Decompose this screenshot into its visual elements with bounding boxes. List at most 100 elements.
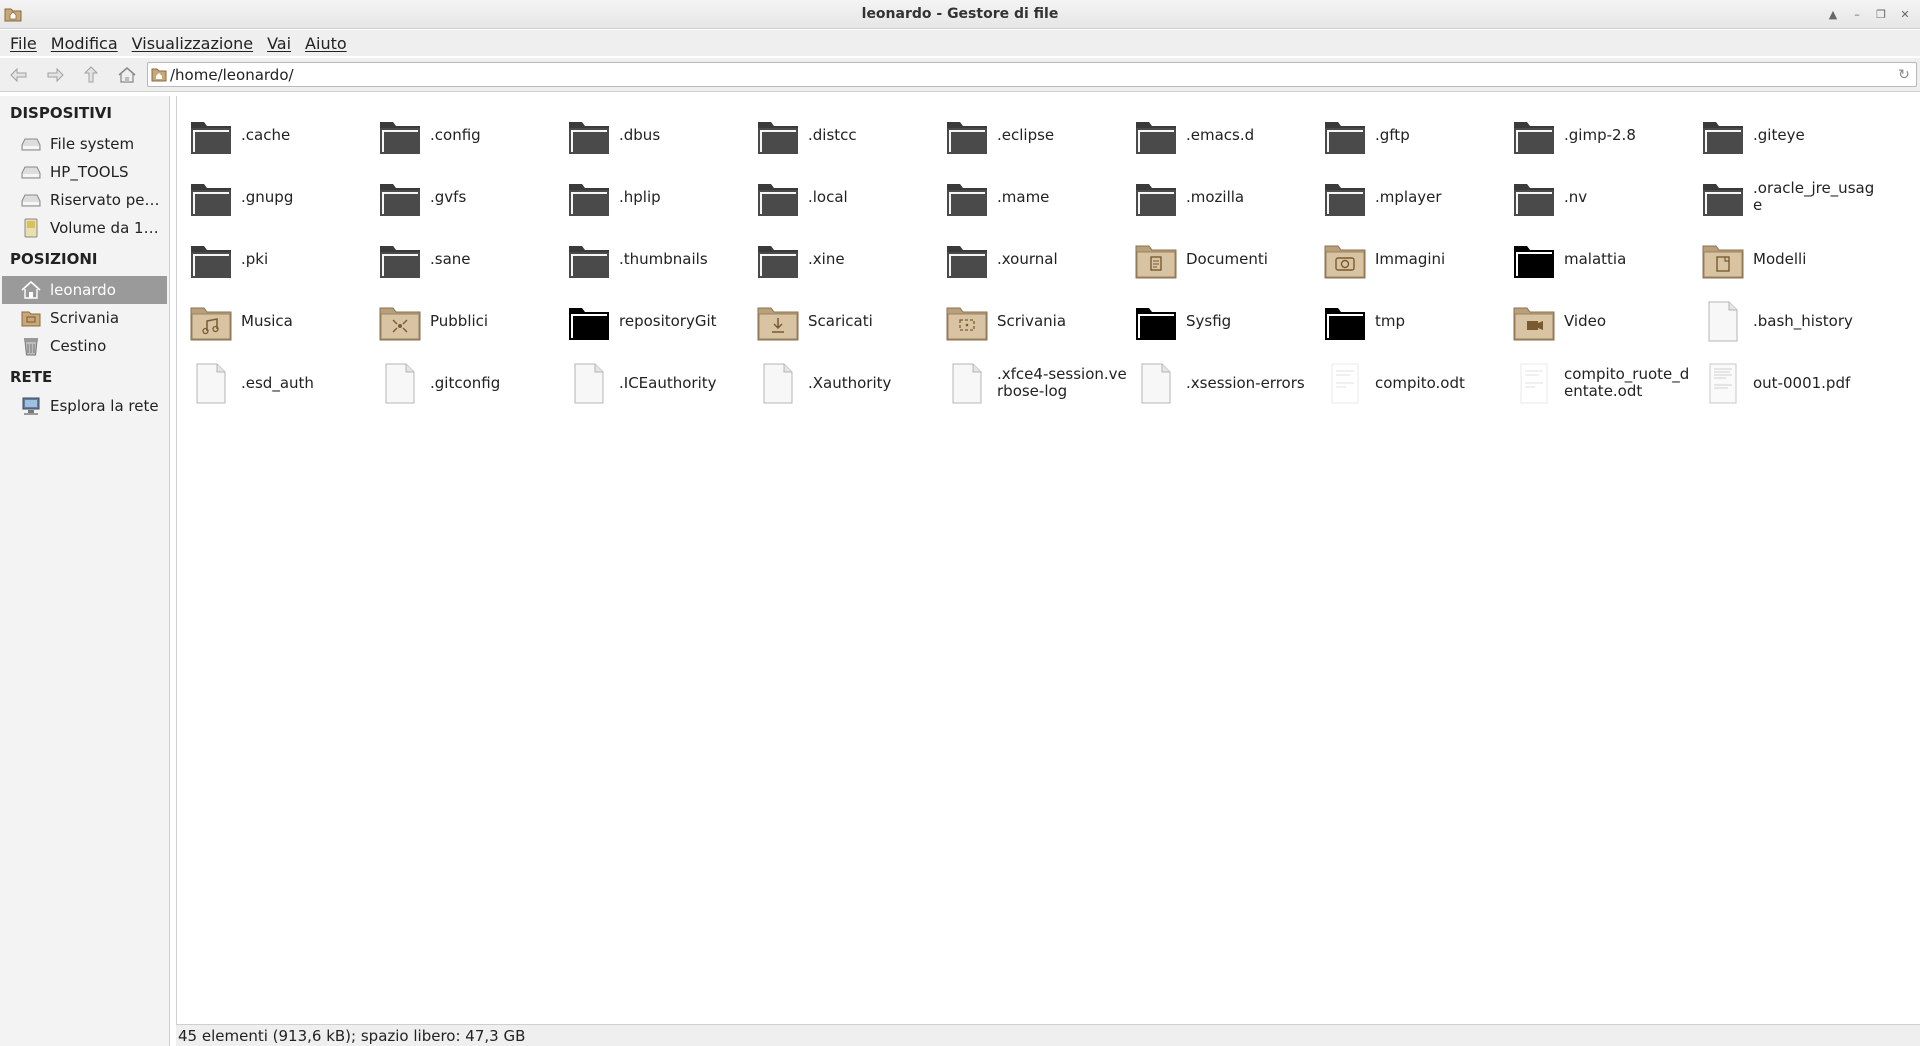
sidebar-heading-devices: DISPOSITIVI <box>10 104 112 122</box>
file-item-dot-giteye[interactable]: .giteye <box>1697 104 1886 166</box>
file-item-dot-gitconfig[interactable]: .gitconfig <box>374 352 563 414</box>
file-grid: .cache .config .dbus .distcc .eclipse .emacs.… <box>185 104 1915 414</box>
file-item-compito-ruote-dentate-odt[interactable]: compito_ruote_dentate.odt <box>1508 352 1697 414</box>
sidebar-item-label: HP_TOOLS <box>50 163 129 181</box>
file-item-scrivania[interactable]: Scrivania <box>941 290 1130 352</box>
file-item-dot-dbus[interactable]: .dbus <box>563 104 752 166</box>
file-item-dot-oracle-jre-usage[interactable]: .oracle_jre_usage <box>1697 166 1886 228</box>
sidebar-item-trash[interactable]: Cestino <box>2 332 167 360</box>
menu-go[interactable]: Vai <box>267 34 291 53</box>
sidebar-item-hp-tools[interactable]: HP_TOOLS <box>2 158 167 186</box>
sidebar-item-volume[interactable]: Volume da 16... <box>2 214 167 242</box>
file-item-label: repositoryGit <box>619 311 717 330</box>
black-folder-icon <box>1325 308 1365 340</box>
file-item-dot-gnupg[interactable]: .gnupg <box>185 166 374 228</box>
file-item-dot-gvfs[interactable]: .gvfs <box>374 166 563 228</box>
music-folder-icon <box>190 307 232 341</box>
file-item-label: .local <box>808 187 848 206</box>
file-item-dot-xauthority[interactable]: .Xauthority <box>752 352 941 414</box>
file-item-dot-thumbnails[interactable]: .thumbnails <box>563 228 752 290</box>
forward-arrow-icon <box>47 67 64 83</box>
back-button[interactable] <box>6 63 32 87</box>
file-item-label: .mozilla <box>1186 187 1245 206</box>
text-file-icon <box>1141 363 1171 404</box>
sidebar-item-file-system[interactable]: File system <box>2 130 167 158</box>
home-button[interactable] <box>114 63 140 87</box>
menu-help[interactable]: Aiuto <box>305 34 347 53</box>
pdf-thumbnail-icon <box>1709 363 1737 404</box>
sidebar-item-browse-network[interactable]: Esplora la rete <box>2 392 167 420</box>
sidebar-item-leonardo[interactable]: leonardo <box>2 276 167 304</box>
file-item-tmp[interactable]: tmp <box>1319 290 1508 352</box>
dark-folder-icon <box>191 184 231 216</box>
file-item-dot-mozilla[interactable]: .mozilla <box>1130 166 1319 228</box>
file-item-pubblici[interactable]: Pubblici <box>374 290 563 352</box>
file-item-dot-xournal[interactable]: .xournal <box>941 228 1130 290</box>
file-item-dot-pki[interactable]: .pki <box>185 228 374 290</box>
file-item-dot-xfce4-session-verbose-log[interactable]: .xfce4-session.verbose-log <box>941 352 1130 414</box>
file-item-malattia[interactable]: malattia <box>1508 228 1697 290</box>
shade-window-icon[interactable]: ▲ <box>1822 4 1844 24</box>
sidebar-item-reserved[interactable]: Riservato per ... <box>2 186 167 214</box>
file-item-dot-iceauthority[interactable]: .ICEauthority <box>563 352 752 414</box>
menu-file[interactable]: File <box>10 34 37 53</box>
menu-view[interactable]: Visualizzazione <box>132 34 253 53</box>
minimize-window-icon[interactable]: – <box>1846 4 1868 24</box>
file-item-dot-esd-auth[interactable]: .esd_auth <box>185 352 374 414</box>
file-item-dot-hplip[interactable]: .hplip <box>563 166 752 228</box>
desktop-folder-icon <box>21 311 41 327</box>
file-item-dot-emacs-d[interactable]: .emacs.d <box>1130 104 1319 166</box>
file-item-label: Scaricati <box>808 311 873 330</box>
file-item-dot-gimp-2-8[interactable]: .gimp-2.8 <box>1508 104 1697 166</box>
file-item-dot-xsession-errors[interactable]: .xsession-errors <box>1130 352 1319 414</box>
file-item-compito-odt[interactable]: compito.odt <box>1319 352 1508 414</box>
file-item-dot-eclipse[interactable]: .eclipse <box>941 104 1130 166</box>
sidebar-item-label: Cestino <box>50 337 107 355</box>
toolbar: ↻ <box>0 58 1920 92</box>
location-input[interactable] <box>170 64 1890 85</box>
file-item-dot-bash-history[interactable]: .bash_history <box>1697 290 1886 352</box>
menu-edit[interactable]: Modifica <box>51 34 118 53</box>
file-item-immagini[interactable]: Immagini <box>1319 228 1508 290</box>
file-item-out-0001-pdf[interactable]: out-0001.pdf <box>1697 352 1886 414</box>
file-item-dot-mplayer[interactable]: .mplayer <box>1319 166 1508 228</box>
window-title: leonardo - Gestore di file <box>861 6 1059 22</box>
drive-icon <box>21 138 41 151</box>
dark-folder-icon <box>1514 122 1554 154</box>
file-item-dot-sane[interactable]: .sane <box>374 228 563 290</box>
maximize-window-icon[interactable]: ❐ <box>1870 4 1892 24</box>
file-item-scaricati[interactable]: Scaricati <box>752 290 941 352</box>
file-item-dot-gftp[interactable]: .gftp <box>1319 104 1508 166</box>
file-item-musica[interactable]: Musica <box>185 290 374 352</box>
forward-button[interactable] <box>42 63 68 87</box>
file-item-label: .ICEauthority <box>619 373 717 392</box>
dark-folder-icon <box>380 122 420 154</box>
file-item-dot-xine[interactable]: .xine <box>752 228 941 290</box>
up-button[interactable] <box>78 63 104 87</box>
file-item-dot-nv[interactable]: .nv <box>1508 166 1697 228</box>
file-view[interactable]: .cache .config .dbus .distcc .eclipse .emacs.… <box>176 96 1920 1024</box>
file-item-sysfig[interactable]: Sysfig <box>1130 290 1319 352</box>
file-item-dot-cache[interactable]: .cache <box>185 104 374 166</box>
reload-icon[interactable]: ↻ <box>1895 66 1913 84</box>
location-bar[interactable]: ↻ <box>147 62 1917 87</box>
file-item-dot-local[interactable]: .local <box>752 166 941 228</box>
dark-folder-icon <box>1136 122 1176 154</box>
sidebar-item-label: File system <box>50 135 135 153</box>
close-window-icon[interactable]: ✕ <box>1894 4 1916 24</box>
file-item-documenti[interactable]: Documenti <box>1130 228 1319 290</box>
home-folder-icon <box>151 68 167 82</box>
file-item-dot-distcc[interactable]: .distcc <box>752 104 941 166</box>
dark-folder-icon <box>758 246 798 278</box>
file-item-repositorygit[interactable]: repositoryGit <box>563 290 752 352</box>
status-bar: 45 elementi (913,6 kB); spazio libero: 4… <box>176 1024 1920 1046</box>
file-item-dot-config[interactable]: .config <box>374 104 563 166</box>
file-item-label: Documenti <box>1186 249 1268 268</box>
sidebar-item-desktop[interactable]: Scrivania <box>2 304 167 332</box>
removable-drive-icon <box>24 218 38 238</box>
file-item-label: .xfce4-session.verbose-log <box>997 365 1127 400</box>
file-item-label: .hplip <box>619 187 661 206</box>
file-item-modelli[interactable]: Modelli <box>1697 228 1886 290</box>
file-item-video[interactable]: Video <box>1508 290 1697 352</box>
file-item-dot-mame[interactable]: .mame <box>941 166 1130 228</box>
